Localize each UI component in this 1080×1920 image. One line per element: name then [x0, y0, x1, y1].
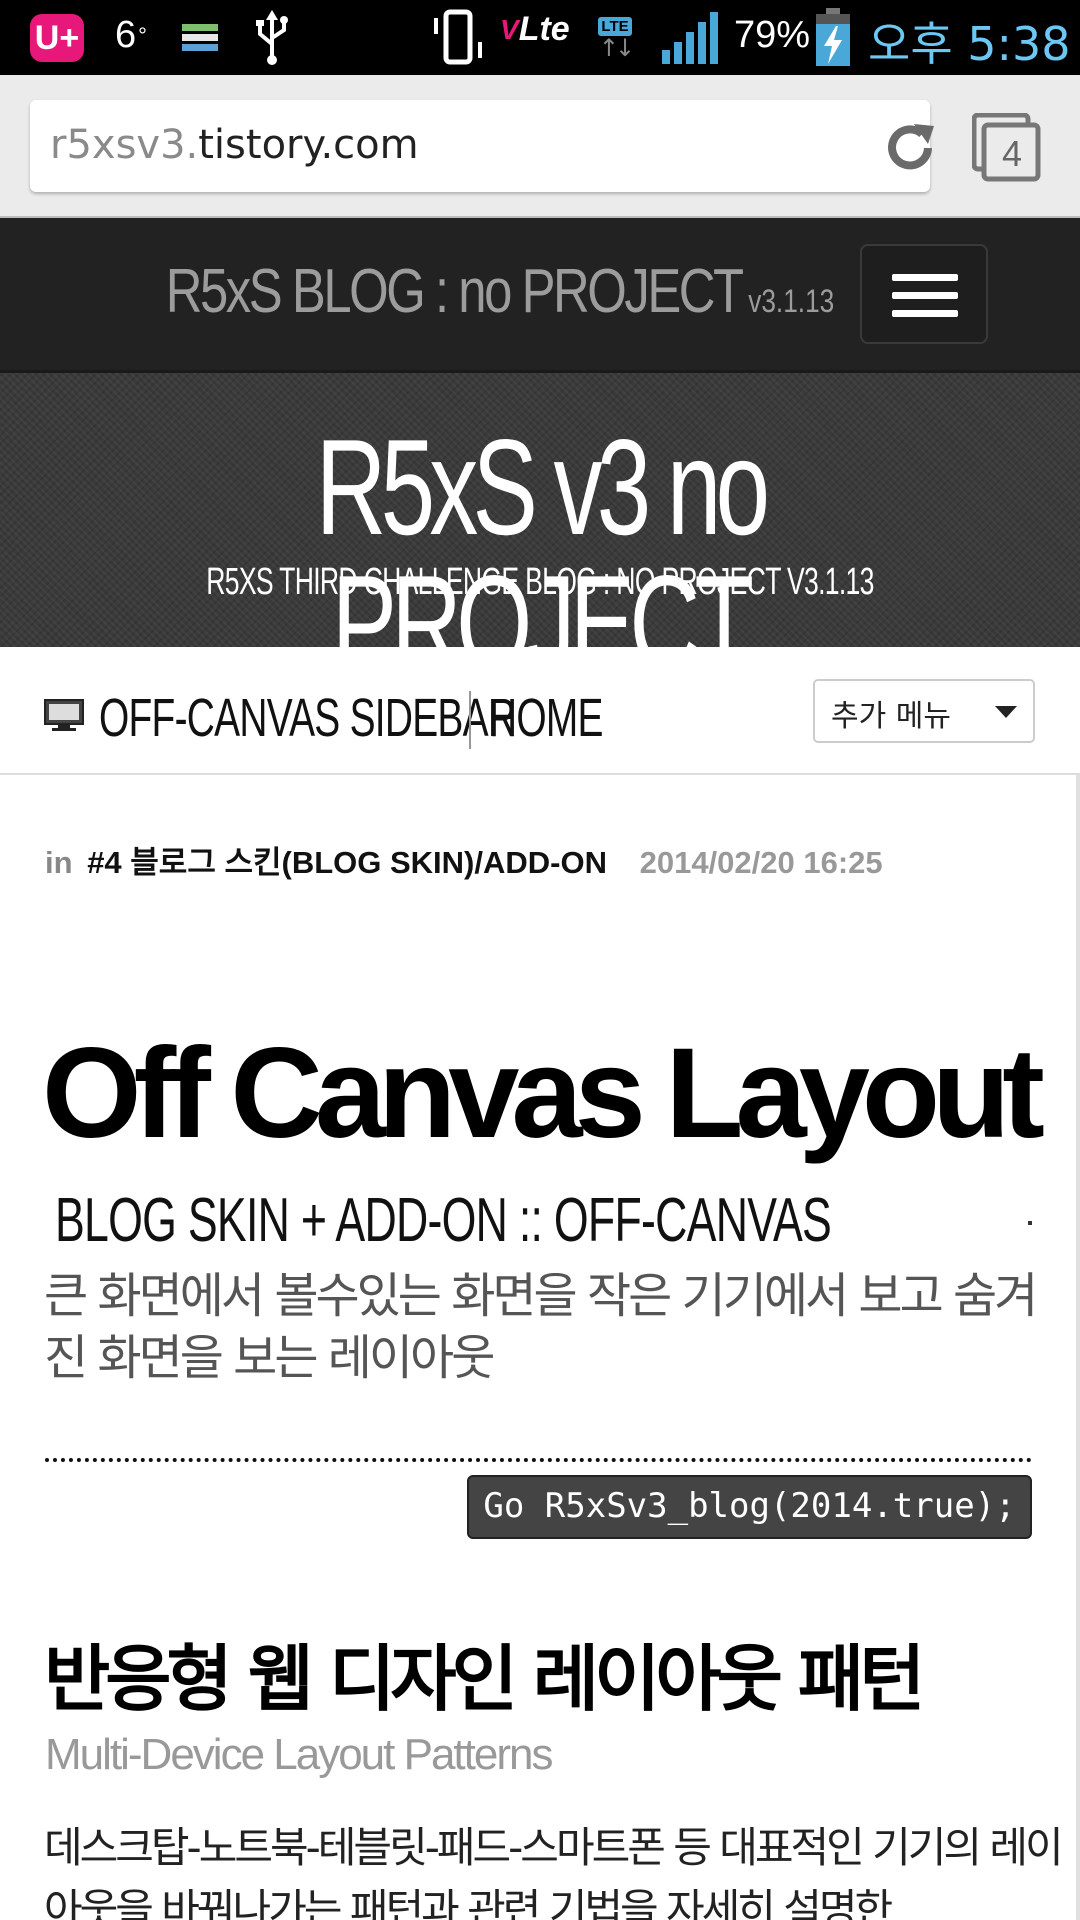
section-title: 반응형 웹 디자인 레이아웃 패턴 — [44, 1637, 925, 1721]
tabs-button[interactable]: 4 — [971, 112, 1042, 183]
temperature-unit: ° — [138, 22, 147, 48]
url-text[interactable]: r5xsv3.tistory.com — [50, 122, 419, 168]
post-date: 2014/02/20 16:25 — [639, 845, 883, 880]
post-subtitle: BLOG SKIN + ADD-ON :: OFF-CANVAS — [55, 1186, 832, 1255]
tab-count: 4 — [1002, 133, 1023, 174]
notification-icon — [182, 24, 218, 54]
battery-percent: 79% — [734, 14, 811, 56]
clock: 오후 5:38 — [868, 17, 1071, 71]
nav-divider — [469, 691, 471, 749]
blog-navbar: R5xS BLOG : no PROJECT v3.1.13 — [0, 218, 1080, 370]
signal-icon — [660, 10, 720, 66]
off-canvas-sidebar-link[interactable]: OFF-CANVAS SIDEBAR — [99, 687, 516, 749]
reload-icon[interactable] — [882, 120, 938, 176]
more-menu-label: 추가 메뉴 — [831, 699, 951, 734]
section-subtitle: Multi-Device Layout Patterns — [45, 1730, 553, 1779]
hero-subtitle: R5XS THIRD CHALLENGE BLOG : NO PROJECT V… — [206, 561, 874, 603]
carrier-icon: U+ — [30, 14, 84, 62]
browser-toolbar: r5xsv3.tistory.com 4 — [0, 75, 1080, 218]
volte-icon: V Lte — [500, 10, 570, 49]
monitor-icon — [44, 699, 84, 731]
post-title: Off Canvas Layout — [42, 1022, 1045, 1165]
lte-data-icon: LTE ↑↓ — [592, 10, 638, 66]
decorative-dot — [1028, 1221, 1032, 1225]
post-description: 큰 화면에서 볼수있는 화면을 작은 기기에서 보고 숨겨진 화면을 보는 레이… — [44, 1268, 1038, 1386]
category-link[interactable]: #4 블로그 스킨(BLOG SKIN)/ADD-ON — [87, 845, 607, 880]
sub-navigation: OFF-CANVAS SIDEBAR HOME 추가 메뉴 — [0, 647, 1080, 775]
page-edge — [1076, 775, 1080, 1920]
status-bar: U+ 6 ° V Lte LTE ↑↓ 79% 오후 5:38 — [0, 0, 1080, 75]
go-blog-button[interactable]: Go R5xSv3_blog(2014.true); — [467, 1475, 1032, 1539]
hero-banner: R5xS v3 no PROJECT R5XS THIRD CHALLENGE … — [0, 370, 1080, 691]
blog-title-text: R5xS BLOG : no PROJECT — [165, 257, 744, 326]
data-arrows-icon: ↑↓ — [598, 33, 635, 62]
vibrate-icon — [428, 8, 488, 68]
dotted-divider — [45, 1458, 1032, 1462]
address-bar[interactable]: r5xsv3.tistory.com — [30, 100, 934, 192]
carrier-label: U+ — [34, 18, 80, 57]
lte-label: LTE — [598, 16, 632, 36]
url-subdomain: r5xsv3. — [50, 122, 199, 168]
volte-label: Lte — [518, 10, 570, 48]
weather-temperature: 6 ° — [115, 14, 147, 57]
hamburger-menu-button[interactable] — [860, 244, 988, 344]
battery-charging-icon — [816, 8, 850, 66]
post-meta: in #4 블로그 스킨(BLOG SKIN)/ADD-ON 2014/02/2… — [45, 837, 883, 882]
more-menu-dropdown[interactable]: 추가 메뉴 — [813, 679, 1035, 743]
section-body: 데스크탑-노트북-테블릿-패드-스마트폰 등 대표적인 기기의 레이아웃을 바꿔… — [44, 1823, 1064, 1920]
usb-icon — [254, 10, 290, 66]
url-host: tistory.com — [198, 122, 419, 168]
blog-title[interactable]: R5xS BLOG : no PROJECT v3.1.13 — [90, 256, 910, 327]
blog-version: v3.1.13 — [748, 283, 835, 319]
home-link[interactable]: HOME — [489, 687, 603, 749]
post-content: in #4 블로그 스킨(BLOG SKIN)/ADD-ON 2014/02/2… — [0, 775, 1080, 1920]
meta-in-label: in — [45, 845, 73, 880]
caret-down-icon — [995, 706, 1017, 718]
volte-prefix: V — [500, 13, 519, 45]
temperature-value: 6 — [115, 14, 137, 56]
